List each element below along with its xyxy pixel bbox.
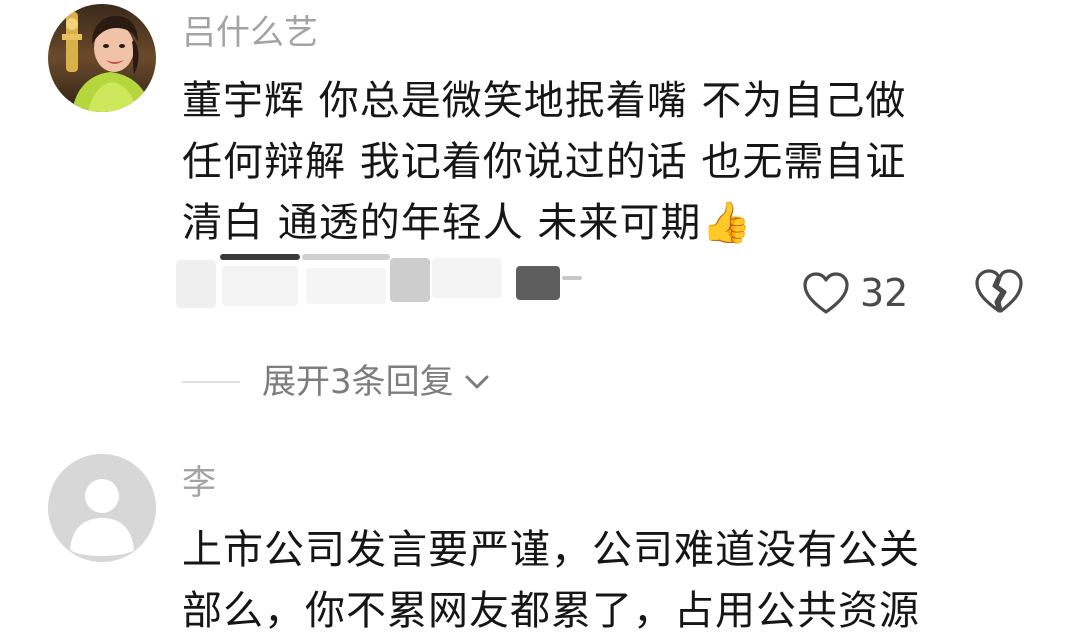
heart-outline-icon: [803, 272, 849, 314]
comment-line-text: 清白 通透的年轻人 未来可期: [182, 200, 702, 246]
broken-heart-icon: [975, 269, 1023, 313]
avatar[interactable]: [48, 4, 156, 112]
divider-line: [182, 381, 240, 383]
like-count: 32: [860, 271, 909, 315]
comment-username[interactable]: 吕什么艺: [182, 16, 318, 50]
avatar[interactable]: [48, 454, 156, 562]
comment-meta-blurred: [172, 252, 592, 316]
comment-line: 任何辩解 我记着你说过的话 也无需自证: [182, 139, 907, 185]
comment-body: 董宇辉 你总是微笑地抿着嘴 不为自己做 任何辩解 我记着你说过的话 也无需自证 …: [182, 71, 1022, 254]
comment-username[interactable]: 李: [182, 466, 216, 500]
comment-line: 清白 通透的年轻人 未来可期👍: [182, 193, 1022, 254]
comment-line: 部么，你不累网友都累了，占用公共资源: [182, 588, 920, 634]
expand-replies-button[interactable]: 展开3条回复: [262, 365, 492, 399]
expand-replies-label: 展开3条回复: [262, 362, 454, 402]
like-button[interactable]: 32: [802, 268, 908, 318]
thumbs-up-emoji: 👍: [701, 200, 753, 246]
avatar-photo: [48, 4, 156, 112]
dislike-button[interactable]: [974, 268, 1024, 318]
comment-body: 上市公司发言要严谨，公司难道没有公关 部么，你不累网友都累了，占用公共资源: [182, 520, 1022, 642]
reply-expander: 展开3条回复: [182, 360, 492, 404]
comment-line: 董宇辉 你总是微笑地抿着嘴 不为自己做: [182, 78, 907, 124]
default-user-avatar-icon: [48, 454, 156, 562]
comment-item: 吕什么艺 董宇辉 你总是微笑地抿着嘴 不为自己做 任何辩解 我记着你说过的话 也…: [0, 0, 1080, 420]
comment-line: 上市公司发言要严谨，公司难道没有公关: [182, 527, 920, 573]
comment-item: 李 上市公司发言要严谨，公司难道没有公关 部么，你不累网友都累了，占用公共资源: [0, 420, 1080, 644]
comment-section: 吕什么艺 董宇辉 你总是微笑地抿着嘴 不为自己做 任何辩解 我记着你说过的话 也…: [0, 0, 1080, 644]
chevron-down-icon: [465, 375, 489, 389]
